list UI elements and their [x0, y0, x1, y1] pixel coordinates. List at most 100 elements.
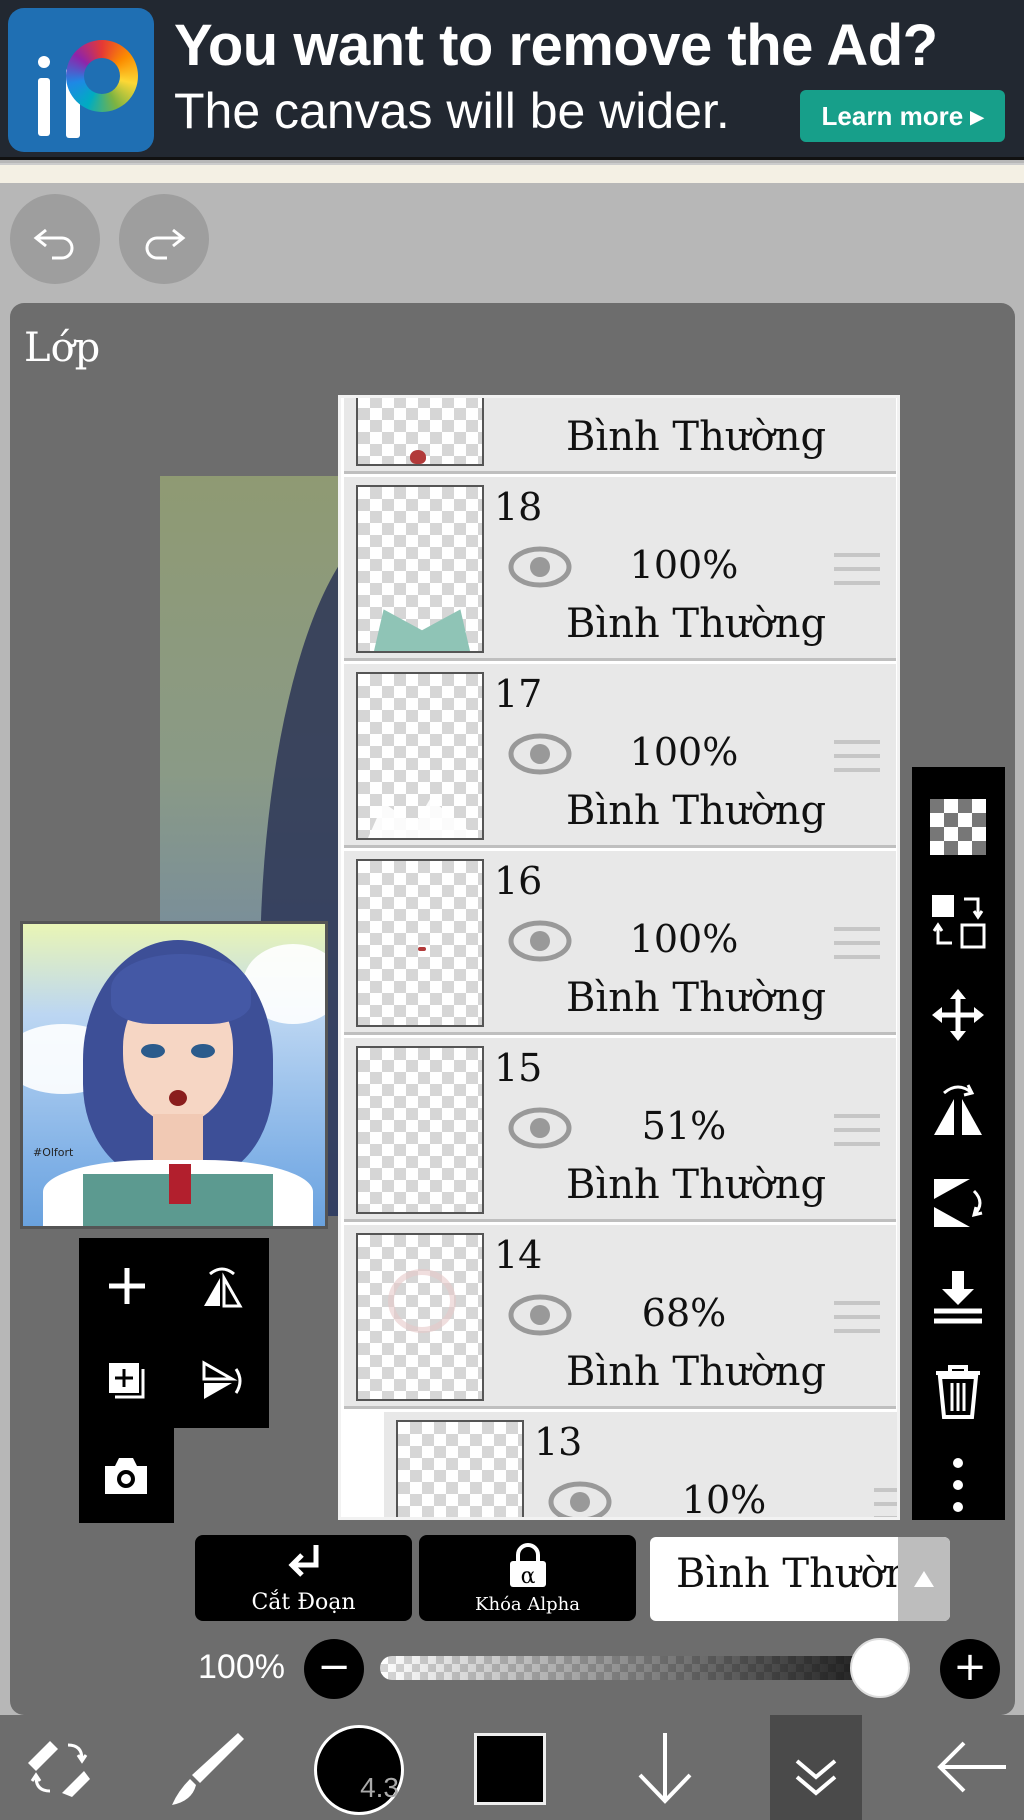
- drag-handle-icon[interactable]: [834, 740, 880, 782]
- ad-subtitle: The canvas will be wider.: [174, 83, 730, 139]
- opacity-decrease-button[interactable]: −: [304, 1639, 364, 1699]
- visibility-eye-icon[interactable]: [508, 545, 572, 589]
- layer-thumbnail: [356, 485, 484, 653]
- drag-handle-icon[interactable]: [834, 927, 880, 969]
- checkerboard-icon: [930, 799, 986, 855]
- layer-row[interactable]: 14 68% Bình Thường: [344, 1225, 896, 1409]
- clipping-button[interactable]: Cắt Đoạn: [195, 1535, 412, 1621]
- ad-learn-more-button[interactable]: Learn more ▸: [800, 90, 1005, 142]
- more-options-button[interactable]: [912, 1439, 1005, 1533]
- layer-mini-toolbar: [79, 1238, 269, 1523]
- opacity-slider[interactable]: [380, 1656, 910, 1680]
- layers-button[interactable]: [770, 1715, 862, 1820]
- layer-blend-mode: Bình Thường: [566, 1162, 827, 1208]
- dropdown-arrow-icon[interactable]: [898, 1537, 950, 1621]
- plus-icon: [109, 1268, 145, 1304]
- opacity-increase-button[interactable]: +: [940, 1639, 1000, 1699]
- tool-switch-icon: [28, 1741, 90, 1797]
- layer-list[interactable]: Bình Thường 18 100% Bình Thường 17 100%: [338, 395, 900, 1520]
- drag-handle-icon[interactable]: [834, 398, 880, 408]
- layer-row[interactable]: 18 100% Bình Thường: [344, 477, 896, 661]
- drag-handle-icon[interactable]: [874, 1488, 897, 1517]
- lock-alpha-icon: α: [509, 1543, 546, 1589]
- drag-handle-icon[interactable]: [834, 553, 880, 595]
- app-root: You want to remove the Ad? The canvas wi…: [0, 0, 1024, 1820]
- add-layer-copy-button[interactable]: [79, 1333, 174, 1428]
- arrow-down-icon: [638, 1733, 692, 1804]
- color-swatch[interactable]: [474, 1733, 546, 1805]
- flip-horizontal-button[interactable]: [174, 1238, 269, 1333]
- bottom-toolbar: 4.3: [0, 1715, 1024, 1820]
- camera-button[interactable]: [79, 1428, 174, 1523]
- layer-row[interactable]: 13 10%: [384, 1412, 897, 1520]
- layer-thumbnail: [356, 672, 484, 840]
- tool-select-button[interactable]: [20, 1715, 110, 1820]
- ad-banner[interactable]: You want to remove the Ad? The canvas wi…: [0, 0, 1024, 160]
- move-down-button[interactable]: [620, 1715, 710, 1820]
- merge-down-icon: [934, 1271, 982, 1324]
- move-icon: [932, 989, 984, 1041]
- layer-row[interactable]: Bình Thường: [344, 398, 896, 474]
- flip-vertical-icon: [202, 1360, 242, 1399]
- alpha-lock-button[interactable]: α Khóa Alpha: [419, 1535, 636, 1621]
- layer-opacity: 51%: [641, 1104, 727, 1148]
- layer-opacity: 100%: [629, 917, 739, 961]
- flip-layer-vertical-button[interactable]: [912, 1157, 1005, 1251]
- drag-handle-icon[interactable]: [834, 1114, 880, 1156]
- layer-number: 15: [494, 1046, 543, 1090]
- layers-chevron-icon: [795, 1759, 837, 1796]
- swap-icon: [932, 895, 986, 949]
- visibility-eye-icon[interactable]: [508, 732, 572, 776]
- trash-icon: [936, 1365, 980, 1419]
- delete-layer-button[interactable]: [912, 1345, 1005, 1439]
- visibility-eye-icon[interactable]: [508, 1106, 572, 1150]
- camera-icon: [105, 1458, 147, 1494]
- brush-tool-button[interactable]: [160, 1715, 250, 1820]
- layer-blend-mode: Bình Thường: [566, 975, 827, 1021]
- brush-size-indicator[interactable]: 4.3: [314, 1725, 404, 1815]
- panel-title: Lớp: [24, 325, 101, 371]
- layer-row[interactable]: 15 51% Bình Thường: [344, 1038, 896, 1222]
- opacity-slider-handle[interactable]: [850, 1638, 910, 1698]
- redo-button[interactable]: [119, 194, 209, 284]
- layer-number: 13: [534, 1420, 583, 1464]
- clipping-arrow-icon: [287, 1545, 318, 1577]
- flip-vertical-button[interactable]: [174, 1333, 269, 1428]
- svg-text:α: α: [520, 1564, 535, 1589]
- layer-blend-mode: Bình Thường: [566, 1349, 827, 1395]
- merge-down-button[interactable]: [912, 1251, 1005, 1345]
- undo-button[interactable]: [10, 194, 100, 284]
- layer-thumbnail: [396, 1420, 524, 1517]
- visibility-eye-icon[interactable]: [508, 1293, 572, 1337]
- layer-actions-toolbar: [912, 767, 1005, 1520]
- move-layer-button[interactable]: [912, 969, 1005, 1063]
- opacity-label: 100%: [198, 1648, 285, 1686]
- flip-vertical-icon: [934, 1179, 983, 1227]
- copy-layer-icon: [109, 1363, 145, 1399]
- ad-title: You want to remove the Ad?: [174, 13, 938, 78]
- transparent-fill-button[interactable]: [912, 781, 1005, 875]
- swap-layer-button[interactable]: [912, 875, 1005, 969]
- layer-opacity: 100%: [629, 543, 739, 587]
- layer-number: 17: [494, 672, 543, 716]
- layer-opacity: 100%: [629, 730, 739, 774]
- layer-blend-mode: Bình Thường: [566, 788, 827, 834]
- back-button[interactable]: [930, 1715, 1020, 1820]
- layer-row[interactable]: 16 100% Bình Thường: [344, 851, 896, 1035]
- drag-handle-icon[interactable]: [834, 1301, 880, 1343]
- flip-horizontal-icon: [204, 1267, 243, 1308]
- visibility-eye-icon[interactable]: [548, 1480, 612, 1520]
- blend-mode-select[interactable]: Bình Thường: [650, 1537, 950, 1621]
- add-layer-button[interactable]: [79, 1238, 174, 1333]
- brush-icon: [172, 1733, 244, 1805]
- layer-opacity: 10%: [681, 1478, 767, 1520]
- arrow-left-icon: [937, 1741, 1006, 1793]
- flip-layer-horizontal-button[interactable]: [912, 1063, 1005, 1157]
- layer-thumbnail: [356, 1046, 484, 1214]
- layer-row[interactable]: 17 100% Bình Thường: [344, 664, 896, 848]
- ibispaint-logo-icon: [8, 8, 154, 152]
- visibility-eye-icon[interactable]: [508, 919, 572, 963]
- layer-thumbnail: [356, 859, 484, 1027]
- artwork-thumbnail[interactable]: #Olfort: [20, 921, 328, 1229]
- signature: #Olfort: [33, 1146, 74, 1159]
